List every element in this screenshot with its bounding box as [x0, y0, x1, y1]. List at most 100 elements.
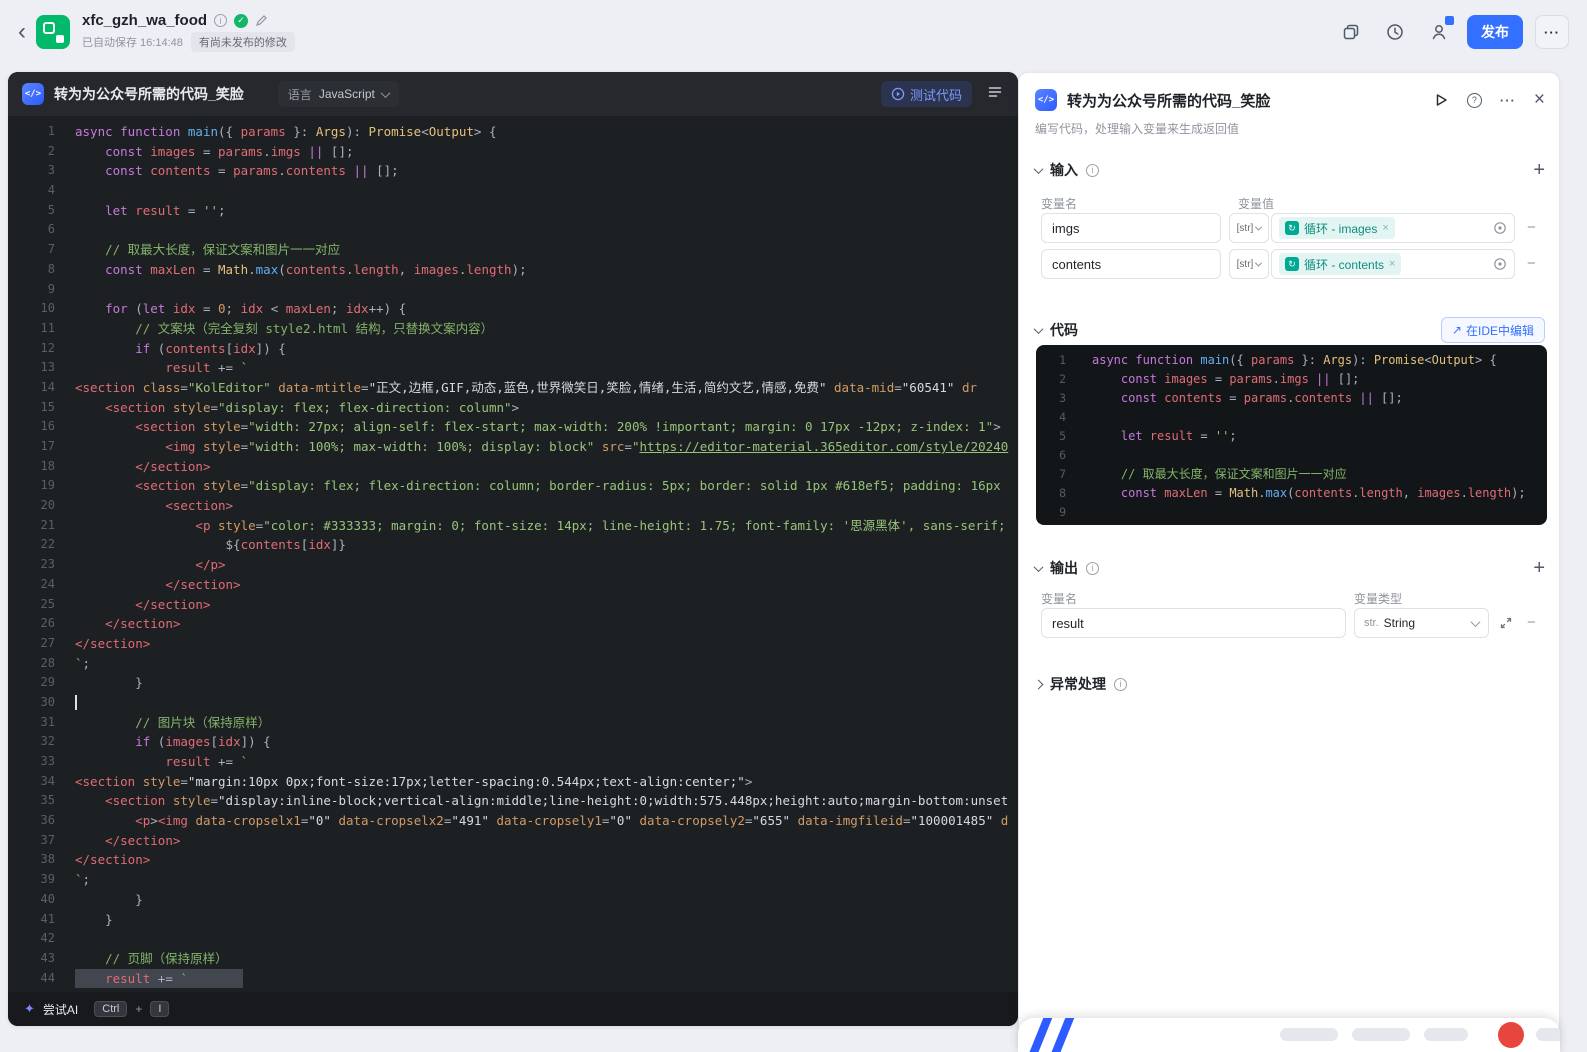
remove-row-button[interactable]: −	[1527, 256, 1536, 271]
code-line: 16 <section style="width: 27px; align-se…	[8, 417, 1018, 437]
variable-picker-icon[interactable]	[1493, 257, 1507, 271]
test-code-button[interactable]: 测试代码	[881, 81, 972, 107]
try-ai-label[interactable]: 尝试AI	[43, 1001, 78, 1018]
line-number: 17	[8, 437, 55, 457]
line-number: 10	[1036, 522, 1066, 525]
code-preview[interactable]: 1async function main({ params }: Args): …	[1036, 345, 1547, 525]
chevron-down-icon	[1034, 324, 1044, 334]
code-line: 19 <section style="display: flex; flex-d…	[8, 476, 1018, 496]
line-number: 5	[8, 201, 55, 221]
input-value-field[interactable]: ↻ 循环 - images ×	[1271, 213, 1515, 243]
edit-icon[interactable]	[255, 14, 268, 27]
output-section-header[interactable]: 输出 i +	[1035, 557, 1545, 579]
line-number: 11	[8, 319, 55, 339]
copy-icon[interactable]	[1335, 16, 1367, 48]
code-line: 38</section>	[8, 850, 1018, 870]
output-name-field[interactable]	[1041, 608, 1346, 638]
line-number: 8	[1036, 484, 1066, 503]
line-number: 14	[8, 378, 55, 398]
code-line: 23 </p>	[8, 555, 1018, 575]
code-line: 1async function main({ params }: Args): …	[1036, 351, 1547, 370]
collaborators-icon[interactable]	[1423, 16, 1455, 48]
input-section-header[interactable]: 输入 i +	[1035, 159, 1545, 181]
line-number: 4	[1036, 408, 1066, 427]
autosave-status: 已自动保存 16:14:48	[82, 34, 183, 50]
line-number: 41	[8, 910, 55, 930]
exception-section-title: 异常处理	[1050, 674, 1106, 694]
publish-button[interactable]: 发布	[1467, 15, 1523, 49]
code-line: 20 <section>	[8, 496, 1018, 516]
code-line: 10 for (let idx = 0; idx < maxLen; idx++…	[8, 299, 1018, 319]
line-number: 42	[8, 929, 55, 949]
outline-list-icon[interactable]	[986, 83, 1004, 106]
exception-section-header[interactable]: 异常处理 i	[1035, 673, 1545, 695]
language-select[interactable]: 语言 JavaScript	[278, 81, 399, 107]
input-row: [str] ↻ 循环 - contents × −	[1041, 249, 1545, 279]
edit-in-ide-button[interactable]: ↗ 在IDE中编辑	[1441, 317, 1545, 343]
language-value: JavaScript	[319, 87, 375, 101]
input-type-select[interactable]: [str]	[1229, 213, 1269, 243]
line-number: 7	[1036, 465, 1066, 484]
code-line: 7 // 取最大长度，保证文案和图片一一对应	[1036, 465, 1547, 484]
history-icon[interactable]	[1379, 16, 1411, 48]
ref-label: 循环 - images	[1304, 220, 1377, 237]
add-input-button[interactable]: +	[1533, 160, 1545, 180]
info-icon[interactable]: i	[214, 14, 227, 27]
more-button[interactable]: ···	[1535, 15, 1569, 49]
help-icon[interactable]: ?	[1467, 93, 1482, 108]
expand-icon[interactable]	[1499, 616, 1513, 635]
line-number: 20	[8, 496, 55, 516]
run-node-button[interactable]	[1433, 92, 1449, 108]
code-line: 10 for (let idx = 0; idx < maxLen; idx++…	[1036, 522, 1547, 525]
info-icon: i	[1086, 562, 1099, 575]
code-line: 5 let result = '';	[8, 201, 1018, 221]
line-number: 7	[8, 240, 55, 260]
line-number: 29	[8, 673, 55, 693]
ref-label: 循环 - contents	[1304, 256, 1384, 273]
input-type-select[interactable]: [str]	[1229, 249, 1269, 279]
code-line: 6	[1036, 446, 1547, 465]
code-node-icon: </>	[22, 83, 44, 105]
line-number: 26	[8, 614, 55, 634]
remove-row-button[interactable]: −	[1527, 615, 1536, 630]
input-value-field[interactable]: ↻ 循环 - contents ×	[1271, 249, 1515, 279]
back-button[interactable]: ‹	[18, 20, 26, 44]
code-line: 44 result += `	[8, 969, 1018, 989]
line-number: 37	[8, 831, 55, 851]
line-number: 38	[8, 850, 55, 870]
output-type-select[interactable]: str. String	[1354, 608, 1489, 638]
remove-ref-icon[interactable]: ×	[1389, 258, 1395, 270]
remove-row-button[interactable]: −	[1527, 220, 1536, 235]
code-section-header[interactable]: 代码 ↗ 在IDE中编辑	[1035, 319, 1545, 341]
input-section-title: 输入	[1050, 160, 1078, 180]
code-line: 5 let result = '';	[1036, 427, 1547, 446]
add-output-button[interactable]: +	[1533, 558, 1545, 578]
loop-icon: ↻	[1285, 221, 1299, 235]
panel-more-icon[interactable]: ···	[1500, 93, 1516, 108]
col-header-name: 变量名	[1041, 195, 1077, 212]
input-name-field[interactable]	[1041, 213, 1221, 243]
code-line: 9	[8, 280, 1018, 300]
chevron-down-icon	[380, 88, 390, 98]
line-number: 21	[8, 516, 55, 536]
close-icon[interactable]: ×	[1534, 89, 1545, 111]
app-logo	[36, 15, 70, 49]
code-line: 11 // 文案块（完全复刻 style2.html 结构，只替换文案内容）	[8, 319, 1018, 339]
code-line: 7 // 取最大长度，保证文案和图片一一对应	[8, 240, 1018, 260]
code-editor-textarea[interactable]: 1async function main({ params }: Args): …	[8, 116, 1018, 992]
chevron-down-icon	[1034, 562, 1044, 572]
line-number: 30	[8, 693, 55, 713]
variable-ref-tag[interactable]: ↻ 循环 - contents ×	[1279, 253, 1401, 275]
line-number: 10	[8, 299, 55, 319]
line-number: 1	[1036, 351, 1066, 370]
variable-ref-tag[interactable]: ↻ 循环 - images ×	[1279, 217, 1395, 239]
line-number: 25	[8, 595, 55, 615]
floating-preview-window[interactable]	[1018, 1018, 1560, 1052]
line-number: 3	[8, 161, 55, 181]
code-line: 42	[8, 929, 1018, 949]
line-number: 16	[8, 417, 55, 437]
remove-ref-icon[interactable]: ×	[1382, 222, 1388, 234]
input-name-field[interactable]	[1041, 249, 1221, 279]
unpublished-badge: 有尚未发布的修改	[191, 32, 295, 52]
variable-picker-icon[interactable]	[1493, 221, 1507, 235]
